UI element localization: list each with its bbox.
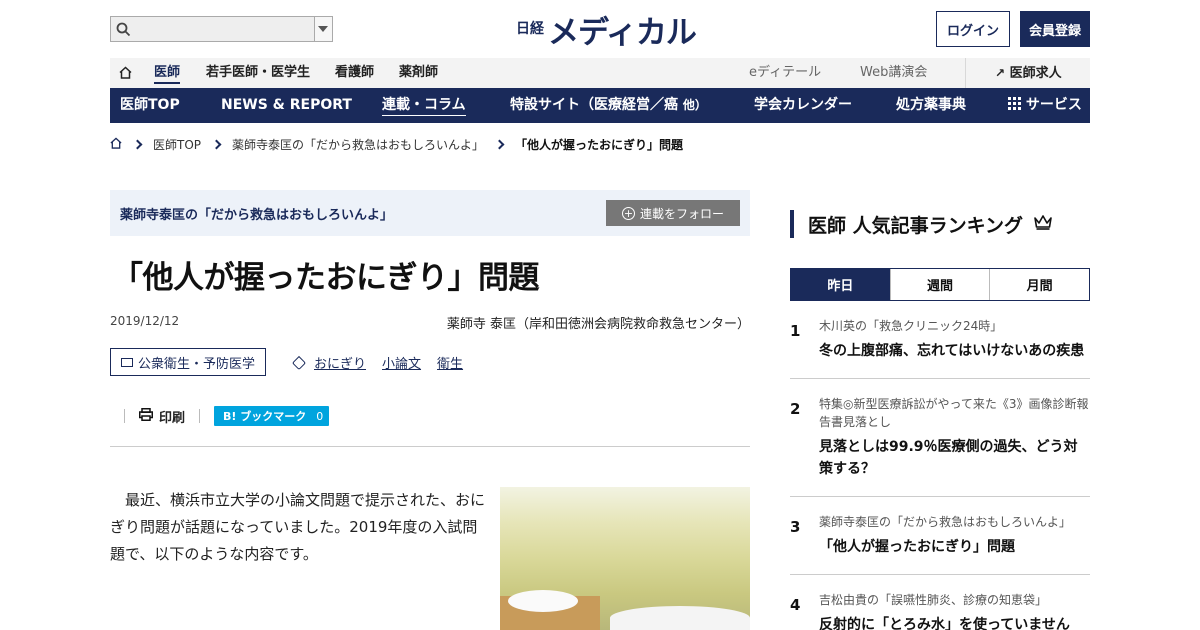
divider: [124, 409, 125, 423]
divider: [110, 446, 750, 447]
subnav-edetail[interactable]: eディテール: [749, 58, 821, 88]
tag-link[interactable]: 衛生: [437, 353, 463, 372]
subnav-pharmacist[interactable]: 薬剤師: [399, 58, 438, 88]
chevron-right-icon: [494, 139, 505, 149]
ranking-item[interactable]: 3 薬師寺泰匡の「だから救急はおもしろいんよ」 「他人が握ったおにぎり」問題: [790, 512, 1090, 575]
nav-special-small: 他）: [682, 98, 707, 112]
home-icon[interactable]: [119, 58, 132, 88]
rank-series: 薬師寺泰匡の「だから救急はおもしろいんよ」: [819, 515, 1072, 529]
rank-series: 木川英の「救急クリニック24時」: [819, 319, 1003, 333]
rank-series: 特集◎新型医療訴訟がやって来た《3》画像診断報告書見落とし: [819, 397, 1089, 429]
rank-number: 1: [790, 322, 801, 340]
nav-services-label: サービス: [1025, 97, 1082, 113]
follow-button[interactable]: + 連載をフォロー: [606, 200, 740, 226]
chevron-right-icon: [132, 139, 143, 149]
article-tools: 印刷 B! ブックマーク 0: [110, 405, 330, 427]
rank-series: 吉松由貴の「誤嚥性肺炎、診療の知恵袋」: [819, 593, 1048, 607]
breadcrumb-home-icon[interactable]: [110, 137, 122, 152]
nav-calendar[interactable]: 学会カレンダー: [754, 88, 852, 123]
search-box[interactable]: [110, 16, 333, 42]
print-button[interactable]: 印刷: [139, 407, 185, 426]
divider: [199, 409, 201, 423]
follow-label: 連載をフォロー: [639, 206, 724, 221]
nav-services[interactable]: サービス: [1008, 88, 1082, 123]
grid-icon: [1008, 97, 1026, 113]
tag-link[interactable]: おにぎり: [314, 353, 366, 372]
folder-icon: [121, 357, 133, 367]
ranking-item[interactable]: 1 木川英の「救急クリニック24時」 冬の上腹部痛、忘れてはいけないあの疾患: [790, 316, 1090, 379]
rank-number: 4: [790, 596, 801, 614]
breadcrumb-current: 「他人が握ったおにぎり」問題: [515, 137, 684, 152]
article-date: 2019/12/12: [110, 314, 180, 328]
main-nav: 医師TOP NEWS & REPORT 連載・コラム 特設サイト（医療経営／癌 …: [110, 88, 1090, 123]
nav-drug[interactable]: 処方薬事典: [896, 88, 966, 123]
breadcrumb-item[interactable]: 医師TOP: [153, 136, 201, 153]
ranking-title-text: 医師 人気記事ランキング: [808, 214, 1024, 237]
site-logo[interactable]: 日経 メディカル: [516, 12, 697, 51]
breadcrumb: 医師TOP 薬師寺泰匡の「だから救急はおもしろいんよ」 「他人が握ったおにぎり」…: [110, 136, 683, 152]
search-input[interactable]: [136, 17, 314, 41]
ranking-tabs: 昨日 週間 月間: [790, 268, 1090, 301]
bookmark-label: ブックマーク: [240, 410, 307, 423]
tag-list: おにぎり 小論文 衛生: [291, 353, 479, 372]
logo-main: メディカル: [548, 14, 697, 51]
plus-icon: +: [621, 206, 635, 220]
category-label: 公衆衛生・予防医学: [138, 356, 256, 372]
subnav-nurse[interactable]: 看護師: [335, 58, 374, 88]
subnav-job[interactable]: ↗ 医師求人: [995, 58, 1062, 88]
bookmark-count: 0: [316, 409, 324, 423]
article-body: 最近、横浜市立大学の小論文問題で提示された、おにぎり問題が話題になっていました。…: [110, 491, 486, 563]
nav-special[interactable]: 特設サイト（医療経営／癌 他）: [510, 88, 707, 123]
photo-detail: [508, 590, 578, 612]
print-icon: [139, 408, 159, 424]
sub-nav: 医師 若手医師・医学生 看護師 薬剤師 eディテール Web講演会 ↗ 医師求人: [110, 58, 1090, 88]
search-icon[interactable]: [111, 17, 137, 41]
print-label: 印刷: [159, 410, 186, 426]
ranking-item[interactable]: 2 特集◎新型医療訴訟がやって来た《3》画像診断報告書見落とし 見落としは99.…: [790, 394, 1090, 497]
ranking-title: 医師 人気記事ランキング: [790, 210, 1053, 238]
tab-week[interactable]: 週間: [889, 269, 990, 300]
nav-doctor-top[interactable]: 医師TOP: [120, 88, 180, 123]
subnav-job-label: 医師求人: [1009, 66, 1062, 81]
rank-title: 「他人が握ったおにぎり」問題: [819, 539, 1015, 555]
rank-title: 冬の上腹部痛、忘れてはいけないあの疾患: [819, 343, 1085, 359]
hatena-bookmark-button[interactable]: B! ブックマーク 0: [214, 406, 330, 426]
register-button[interactable]: 会員登録: [1020, 11, 1090, 47]
page: 日経 メディカル ログイン 会員登録 医師 若手医師・医学生 看護師 薬剤師 e…: [0, 0, 1200, 630]
subnav-webinar[interactable]: Web講演会: [860, 58, 927, 88]
crown-icon: [1033, 214, 1053, 235]
breadcrumb-item[interactable]: 薬師寺泰匡の「だから救急はおもしろいんよ」: [232, 136, 484, 153]
hatena-logo: B!: [223, 409, 237, 423]
rank-title: 反射的に「とろみ水」を使っていません: [819, 617, 1070, 630]
subnav-young[interactable]: 若手医師・医学生: [206, 58, 310, 88]
tab-yesterday[interactable]: 昨日: [791, 269, 890, 300]
subnav-doctor[interactable]: 医師: [154, 58, 181, 88]
chevron-right-icon: [211, 139, 222, 149]
series-name[interactable]: 薬師寺泰匡の「だから救急はおもしろいんよ」: [120, 204, 393, 223]
rank-number: 2: [790, 400, 801, 418]
nav-column-label: 連載・コラム: [382, 97, 466, 116]
series-banner: 薬師寺泰匡の「だから救急はおもしろいんよ」 + 連載をフォロー: [110, 190, 750, 236]
nav-news[interactable]: NEWS & REPORT: [221, 88, 352, 123]
logo-sub: 日経: [516, 20, 544, 37]
tag-link[interactable]: 小論文: [382, 353, 421, 372]
nav-special-label: 特設サイト（医療経営／癌: [510, 97, 678, 113]
ranking-item[interactable]: 4 吉松由貴の「誤嚥性肺炎、診療の知恵袋」 反射的に「とろみ水」を使っていません: [790, 590, 1090, 630]
rank-title: 見落としは99.9％医療側の過失、どう対策する？: [819, 439, 1078, 477]
chevron-down-icon[interactable]: [313, 17, 332, 41]
external-link-icon: ↗: [995, 66, 1006, 80]
rank-number: 3: [790, 518, 801, 536]
subnav-divider: [965, 58, 966, 88]
article-author: 薬師寺 泰匡（岸和田徳洲会病院救命救急センター）: [446, 317, 750, 332]
article-photo: [500, 487, 750, 630]
tab-month[interactable]: 月間: [989, 269, 1089, 300]
tag-icon: [291, 355, 307, 370]
login-button[interactable]: ログイン: [936, 11, 1010, 47]
photo-detail: [610, 606, 750, 630]
category-tag[interactable]: 公衆衛生・予防医学: [110, 348, 267, 376]
article-title: 「他人が握ったおにぎり」問題: [112, 260, 540, 296]
nav-column[interactable]: 連載・コラム: [382, 88, 466, 123]
